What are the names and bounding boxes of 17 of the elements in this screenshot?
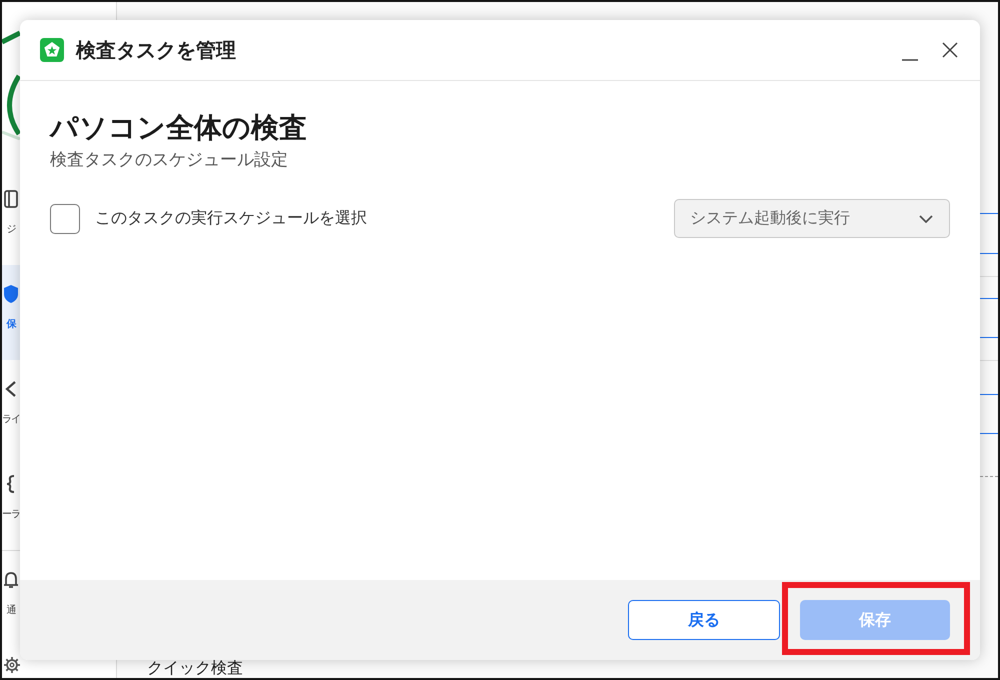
nav-item[interactable]: 保 bbox=[2, 265, 20, 360]
checkbox[interactable] bbox=[50, 204, 80, 234]
shield-icon bbox=[4, 285, 18, 303]
close-icon bbox=[942, 42, 958, 58]
panel-icon bbox=[4, 190, 18, 208]
minimize-icon bbox=[902, 59, 918, 61]
back-button[interactable]: 戻る bbox=[628, 600, 780, 640]
dialog-heading: パソコン全体の検査 bbox=[50, 111, 308, 145]
dialog-title: 検査タスクを管理 bbox=[76, 38, 237, 64]
star-logo-icon bbox=[40, 38, 64, 62]
checkbox-label[interactable]: このタスクの実行スケジュールを選択 bbox=[95, 208, 367, 229]
angle-bracket-icon bbox=[4, 380, 18, 398]
row-label: クイック検査 bbox=[147, 660, 244, 678]
dialog-subtitle: 検査タスクのスケジュール設定 bbox=[50, 149, 289, 171]
gear-icon[interactable] bbox=[4, 657, 20, 673]
chevron-down-icon bbox=[919, 214, 933, 222]
bell-icon bbox=[4, 571, 18, 589]
